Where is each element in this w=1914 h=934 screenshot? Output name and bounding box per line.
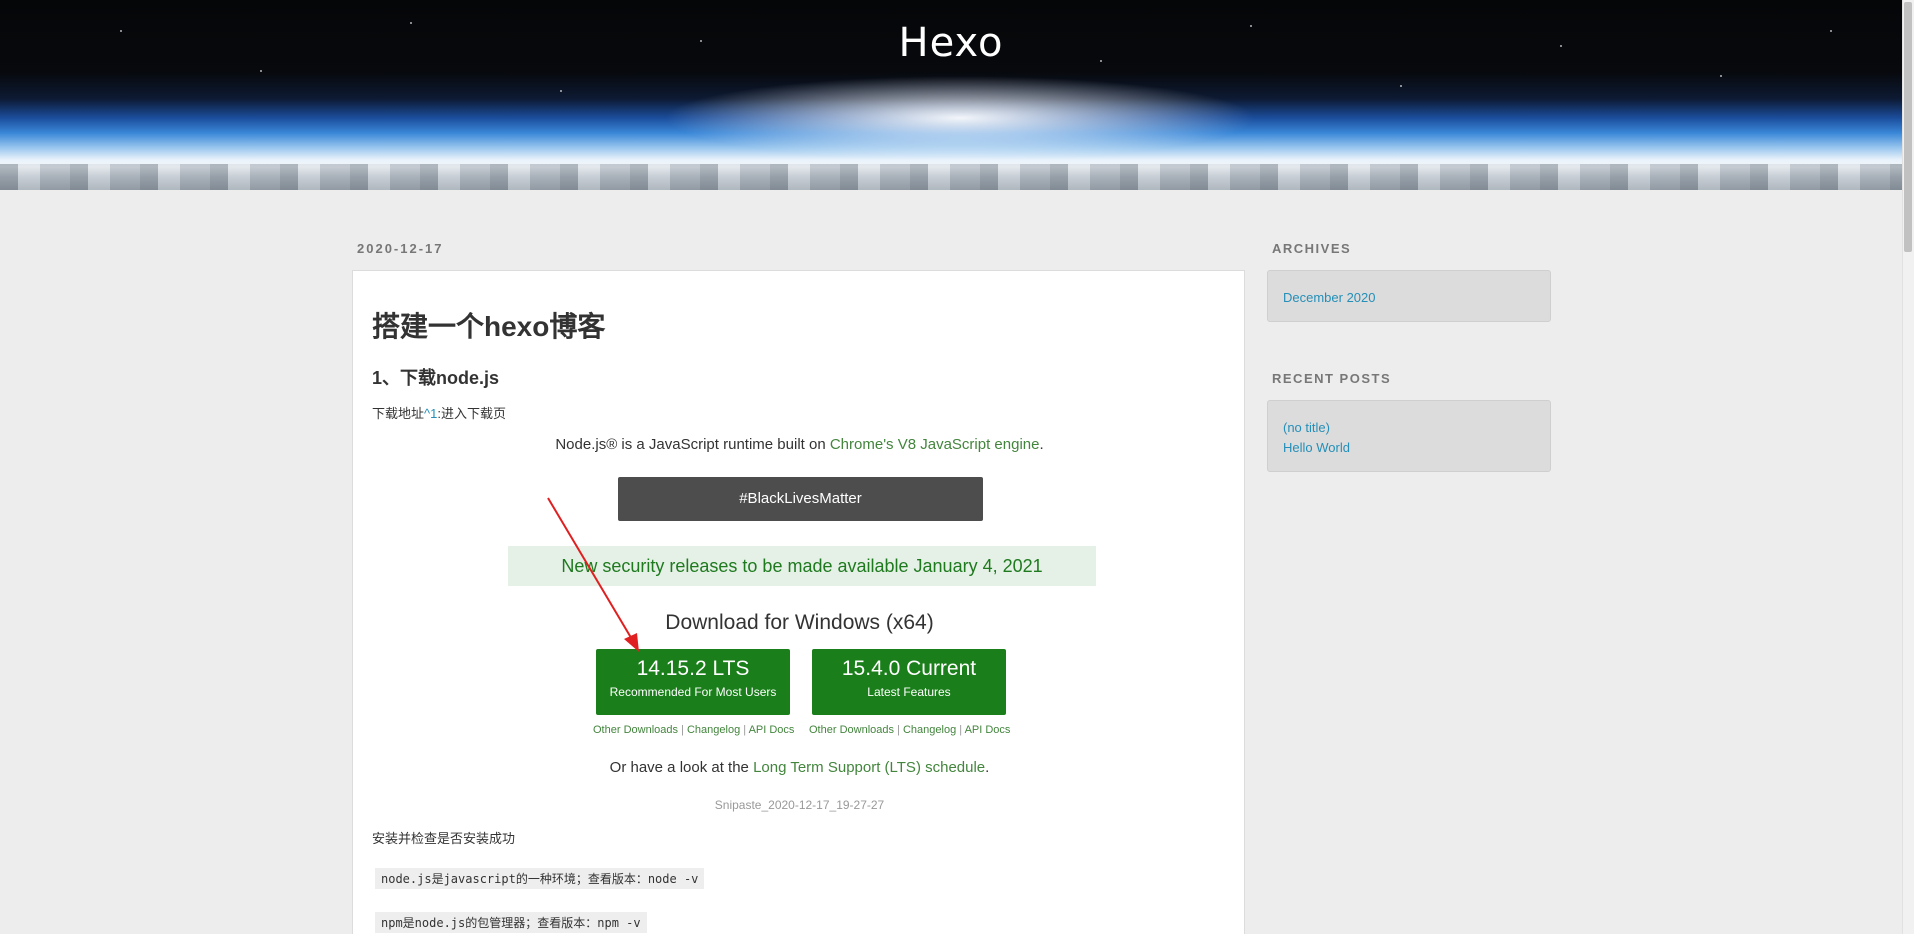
- site-title[interactable]: Hexo: [0, 20, 1902, 66]
- archive-link-december-2020[interactable]: December 2020: [1283, 288, 1535, 308]
- security-notice: New security releases to be made availab…: [508, 546, 1096, 586]
- tagline-suffix: .: [1039, 436, 1044, 453]
- current-version: 15.4.0 Current: [841, 657, 977, 680]
- cloud-layer: [0, 164, 1902, 190]
- archives-widget: December 2020: [1267, 270, 1551, 322]
- blm-banner: #BlackLivesMatter: [618, 477, 983, 521]
- lts-schedule-line: Or have a look at the Long Term Support …: [353, 759, 1246, 776]
- tagline-link: Chrome's V8 JavaScript engine: [829, 436, 1040, 453]
- current-links: Other Downloads | Changelog | API Docs: [809, 724, 1011, 736]
- current-other-downloads: Other Downloads: [809, 724, 894, 736]
- recent-post-no-title[interactable]: (no title): [1283, 418, 1535, 438]
- tagline-text: Node.js® is a JavaScript runtime built o…: [555, 436, 830, 453]
- lts-schedule-link: Long Term Support (LTS) schedule: [753, 759, 986, 776]
- download-heading: Download for Windows (x64): [665, 611, 934, 634]
- current-subtitle: Latest Features: [867, 685, 951, 699]
- archives-title: ARCHIVES: [1272, 241, 1352, 256]
- current-changelog: Changelog: [902, 724, 957, 736]
- code-npm-version: npm是node.js的包管理器；查看版本：npm -v: [375, 912, 647, 933]
- lts-line-suffix: .: [985, 759, 990, 776]
- scrollbar-thumb[interactable]: [1904, 2, 1912, 252]
- page-scrollbar[interactable]: [1902, 0, 1914, 934]
- download-prefix: 下载地址: [372, 406, 425, 421]
- post-title[interactable]: 搭建一个hexo博客: [372, 305, 605, 345]
- lts-other-downloads: Other Downloads: [593, 724, 678, 736]
- download-line: 下载地址^1:进入下载页: [372, 403, 506, 422]
- nodejs-tagline: Node.js® is a JavaScript runtime built o…: [353, 436, 1246, 453]
- article-card: 搭建一个hexo博客 1、下载node.js 下载地址^1:进入下载页 Node…: [352, 270, 1245, 934]
- lts-version: 14.15.2 LTS: [636, 657, 750, 680]
- current-api-docs: API Docs: [964, 724, 1011, 736]
- download-suffix: :进入下载页: [437, 406, 506, 421]
- lts-line-prefix: Or have a look at the: [609, 759, 754, 776]
- current-download-button: 15.4.0 Current Latest Features: [812, 649, 1006, 715]
- lts-links: Other Downloads | Changelog | API Docs: [593, 724, 795, 736]
- recent-posts-widget: (no title) Hello World: [1267, 400, 1551, 472]
- lts-api-docs: API Docs: [748, 724, 795, 736]
- footnote-link[interactable]: ^1: [424, 406, 437, 421]
- recent-posts-title: RECENT POSTS: [1272, 371, 1392, 386]
- section-heading: 1、下载node.js: [372, 368, 500, 388]
- lts-subtitle: Recommended For Most Users: [609, 685, 777, 699]
- code-node-version: node.js是javascript的一种环境；查看版本：node -v: [375, 868, 705, 889]
- post-date[interactable]: 2020-12-17: [357, 241, 444, 256]
- image-caption: Snipaste_2020-12-17_19-27-27: [714, 798, 885, 812]
- lts-download-button: 14.15.2 LTS Recommended For Most Users: [596, 649, 790, 715]
- install-check-text: 安装并检查是否安装成功: [372, 831, 516, 846]
- lts-changelog: Changelog: [686, 724, 741, 736]
- recent-post-hello-world[interactable]: Hello World: [1283, 438, 1535, 458]
